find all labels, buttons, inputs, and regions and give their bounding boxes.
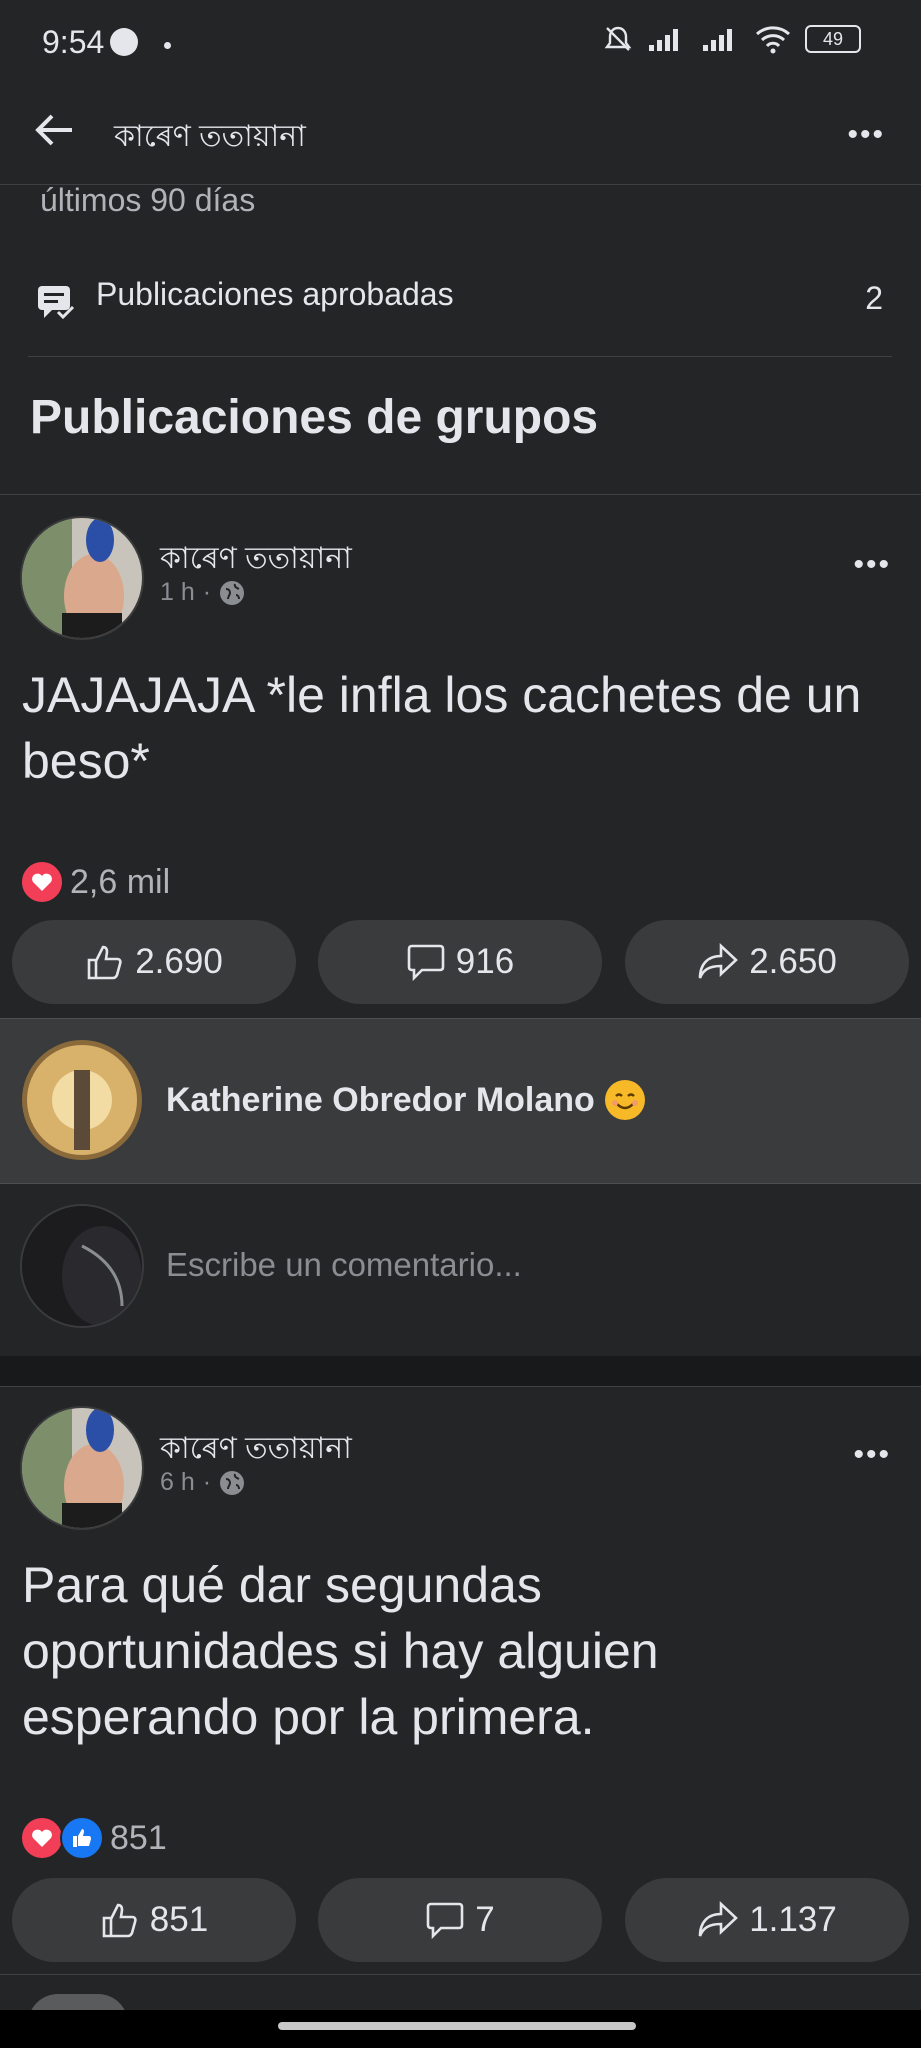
separator-dot: · [202,1468,212,1496]
share-icon [698,943,739,979]
approved-posts-label[interactable]: Publicaciones aprobadas [96,276,454,313]
my-avatar [20,1204,144,1328]
status-icons: 49 [603,24,861,54]
share-button[interactable]: 2.650 [625,920,909,1004]
reaction-summary[interactable]: 851 [20,1816,167,1860]
back-arrow-icon[interactable] [32,108,76,152]
page-title: কাৰেণ ততায়ানা [114,120,306,153]
messenger-icon [110,28,138,56]
like-count: 2.690 [135,942,223,981]
post-meta: 6 h · [160,1468,245,1497]
share-count: 2.650 [749,942,837,981]
section-title: Publicaciones de grupos [30,391,599,444]
thumbs-up-icon [87,945,122,980]
like-button[interactable]: 851 [12,1878,296,1962]
home-indicator[interactable] [278,2022,636,2030]
post-text: Para qué dar segundas oportunidades si h… [22,1557,659,1745]
comment-button[interactable]: 7 [318,1878,602,1962]
love-reaction-icon [20,860,64,904]
comment-button[interactable]: 916 [318,920,602,1004]
signal-icon [649,29,678,51]
comment-count: 916 [455,942,515,981]
comment-icon [407,944,445,982]
globe-icon [220,580,245,605]
post-options-icon[interactable]: ••• [853,1438,891,1472]
author-avatar[interactable] [20,516,144,640]
commenter-avatar[interactable] [20,1038,144,1162]
like-button[interactable]: 2.690 [12,920,296,1004]
post-time: 1 h [160,578,195,606]
period-label: últimos 90 días [40,182,256,218]
comment-count: 7 [475,1900,495,1939]
commenter-name[interactable]: Katherine Obredor Molano [166,1080,645,1120]
more-options-icon[interactable]: ••• [847,118,885,152]
divider [28,356,892,357]
post-separator [0,1356,921,1387]
post-text: JAJAJAJA *le infla los cachetes de un be… [22,667,862,789]
post-time: 6 h [160,1468,195,1496]
globe-icon [220,1470,245,1495]
divider [0,494,921,495]
reaction-summary[interactable]: 2,6 mil [20,860,170,904]
reaction-count: 851 [110,1818,167,1857]
smiling-face-icon [604,1080,645,1120]
like-count: 851 [149,1900,209,1939]
post-options-icon[interactable]: ••• [853,548,891,582]
mute-bell-icon [604,26,632,51]
commenter-name-text: Katherine Obredor Molano [166,1080,595,1119]
comment-icon [426,1902,464,1940]
separator-dot: · [202,578,212,606]
share-count: 1.137 [749,1900,837,1939]
author-avatar[interactable] [20,1406,144,1530]
thumbs-up-icon [102,1903,137,1938]
status-time: 9:54 [42,24,105,60]
approved-posts-count: 2 [865,280,883,316]
battery-icon: 49 [805,25,861,53]
reaction-count: 2,6 mil [70,862,171,901]
post-meta: 1 h · [160,578,245,607]
like-reaction-icon [60,1816,104,1860]
share-icon [698,1901,739,1937]
approved-posts-icon [38,286,75,320]
comment-input[interactable]: Escribe un comentario... [166,1246,522,1284]
signal-icon-2 [703,29,732,51]
love-reaction-icon [20,1816,64,1860]
share-button[interactable]: 1.137 [625,1878,909,1962]
divider [0,1974,921,1975]
wifi-icon [756,26,790,54]
notification-dot-icon [164,42,171,49]
